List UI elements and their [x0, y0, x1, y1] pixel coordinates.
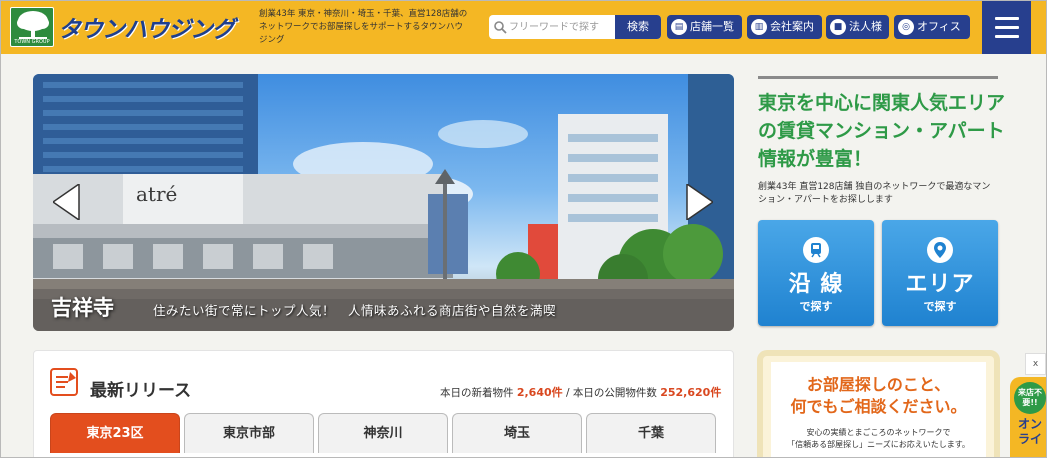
map-pin-icon — [927, 237, 953, 263]
consultation-line-2: 何でもご相談ください。 — [790, 397, 967, 416]
nav-corporate-label: 法人様 — [849, 20, 882, 33]
page: TOWN GROUP タウンハウジング 創業43年 東京・神奈川・埼玉・千葉、直… — [0, 0, 1047, 458]
hero-next-arrow-icon[interactable] — [685, 184, 713, 220]
online-label: オンライ — [1017, 417, 1042, 446]
nav-store-list-button[interactable]: ▤ 店舗一覧 — [667, 15, 742, 39]
hero-prev-arrow-icon[interactable] — [53, 184, 81, 220]
no-visit-badge: 来店不要!! — [1014, 382, 1046, 414]
new-listings-label: 本日の新着物件 — [440, 387, 514, 399]
building-icon: ▥ — [751, 19, 767, 35]
nav-company-label: 会社案内 — [770, 20, 814, 33]
search-office-icon: ◎ — [898, 19, 914, 35]
logo-sub: TOWN GROUP — [14, 39, 50, 45]
hero-description: 住みたい街で常にトップ人気！ 人情味あふれる商店街や自然を満喫 — [153, 303, 557, 318]
logo-wordmark[interactable]: タウンハウジング — [58, 10, 235, 44]
close-icon[interactable]: x — [1025, 353, 1046, 375]
public-listings-count: 252,620件 — [660, 386, 722, 399]
shop-icon: ▤ — [671, 19, 687, 35]
divider — [758, 76, 998, 79]
latest-release-panel: 最新リリース 本日の新着物件 2,640件 / 本日の公開物件数 252,620… — [33, 350, 734, 457]
release-title: 最新リリース — [90, 381, 192, 401]
search-box: 検索 — [489, 15, 661, 39]
consultation-banner[interactable]: お部屋探しのこと、 何でもご相談ください。 安心の実績とまごころのネットワークで… — [757, 350, 1000, 457]
site-header: TOWN GROUP タウンハウジング 創業43年 東京・神奈川・埼玉・千葉、直… — [1, 1, 1046, 54]
train-icon — [803, 237, 829, 263]
public-listings-label: 本日の公開物件数 — [572, 387, 657, 399]
hamburger-menu-icon[interactable] — [982, 1, 1031, 54]
logo-tree-icon[interactable]: TOWN GROUP — [10, 7, 54, 47]
hero-place-name: 吉祥寺 — [51, 296, 114, 320]
nav-office-label: オフィス — [917, 20, 961, 33]
search-icon — [494, 21, 507, 34]
search-by-line-button[interactable]: 沿 線 で探す — [758, 220, 874, 326]
search-by-area-title: エリア — [905, 272, 975, 297]
hero-slider[interactable]: atré 吉祥寺 住みたい街で常にトップ人気！ 人情味あふれる商店街や自然を満喫 — [33, 74, 734, 331]
consultation-heading: お部屋探しのこと、 何でもご相談ください。 — [771, 374, 986, 418]
search-by-area-sub: で探す — [923, 300, 957, 313]
tab-chiba[interactable]: 千葉 — [586, 413, 716, 453]
header-tagline: 創業43年 東京・神奈川・埼玉・千葉、直営128店舗のネットワークでお部屋探しを… — [259, 9, 468, 45]
consultation-inner: お部屋探しのこと、 何でもご相談ください。 安心の実績とまごころのネットワークで… — [771, 362, 986, 457]
tab-kanagawa[interactable]: 神奈川 — [318, 413, 448, 453]
consultation-sub-2: 「信頼ある部屋探し」ニーズにお応えいたします。 — [787, 440, 970, 449]
stats-separator: / — [565, 387, 573, 399]
online-consult-tab[interactable]: 来店不要!! オンライ — [1010, 377, 1046, 457]
tab-tokyo-23[interactable]: 東京23区 — [50, 413, 180, 453]
headline-sub: 創業43年 直営128店舗 独自のネットワークで最適なマンション・アパートをお探… — [758, 182, 991, 205]
consultation-sub-1: 安心の実績とまごころのネットワークで — [806, 428, 951, 437]
new-listings-count: 2,640件 — [516, 386, 563, 399]
consultation-sub: 安心の実績とまごころのネットワークで 「信頼ある部屋探し」ニーズにお応えいたしま… — [771, 427, 986, 451]
tab-tokyo-city[interactable]: 東京市部 — [184, 413, 314, 453]
release-stats: 本日の新着物件 2,640件 / 本日の公開物件数 252,620件 — [440, 384, 721, 400]
search-by-line-sub: で探す — [799, 300, 833, 313]
nav-corporate-button[interactable]: ■ 法人様 — [826, 15, 889, 39]
search-input[interactable] — [509, 18, 604, 36]
release-icon — [50, 368, 78, 396]
search-button[interactable]: 検索 — [615, 15, 661, 39]
search-by-line-title: 沿 線 — [788, 272, 844, 297]
tab-saitama[interactable]: 埼玉 — [452, 413, 582, 453]
nav-office-button[interactable]: ◎ オフィス — [894, 15, 970, 39]
hero-photo: atré — [33, 74, 734, 331]
nav-company-button[interactable]: ▥ 会社案内 — [747, 15, 822, 39]
nav-store-list-label: 店舗一覧 — [690, 20, 734, 33]
headline: 東京を中心に関東人気エリアの賃貸マンション・アパート情報が豊富！ — [758, 92, 1006, 170]
search-by-area-button[interactable]: エリア で探す — [882, 220, 998, 326]
briefcase-icon: ■ — [830, 19, 846, 35]
atre-sign: atré — [136, 182, 177, 206]
consultation-line-1: お部屋探しのこと、 — [806, 375, 951, 394]
